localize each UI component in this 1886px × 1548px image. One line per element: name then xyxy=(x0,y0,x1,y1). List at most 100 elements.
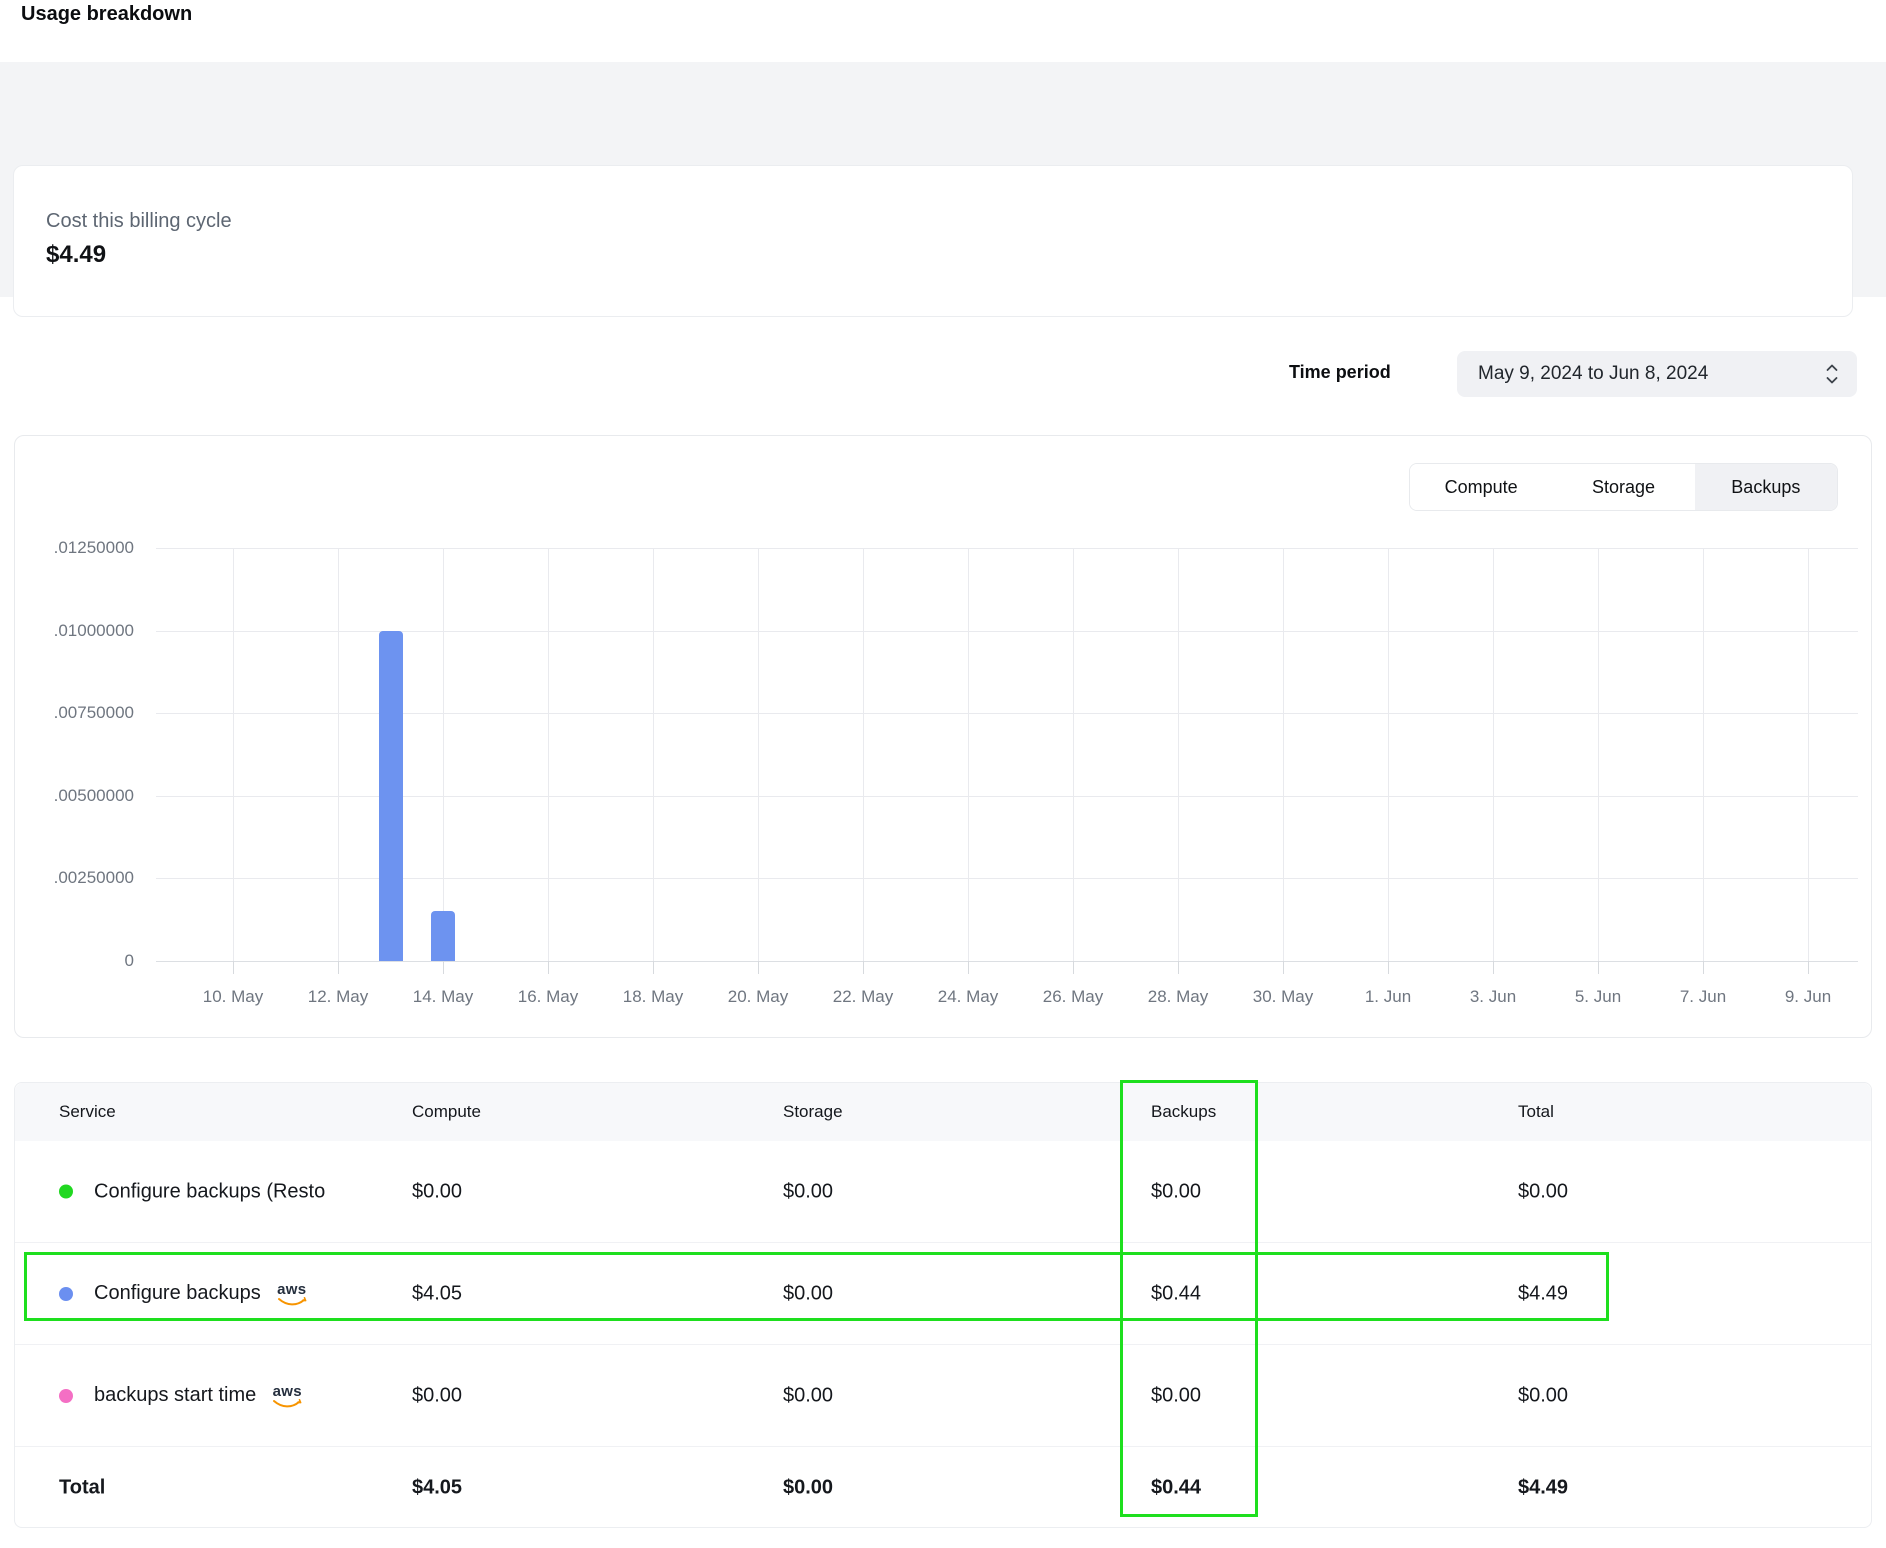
time-period-select[interactable]: May 9, 2024 to Jun 8, 2024 xyxy=(1457,351,1857,397)
x-axis-label: 16. May xyxy=(496,987,601,1007)
service-name: Configure backups xyxy=(94,1282,261,1305)
x-axis-label: 26. May xyxy=(1021,987,1126,1007)
total-storage-value: $0.00 xyxy=(783,1477,833,1500)
x-axis-tick xyxy=(968,961,969,974)
usage-breakdown-page: Usage breakdown Cost this billing cycle … xyxy=(0,0,1886,1548)
v-gridline xyxy=(338,548,339,961)
storage-value: $0.00 xyxy=(783,1180,833,1203)
service-color-dot xyxy=(59,1389,73,1403)
total-backups-value: $0.44 xyxy=(1151,1477,1201,1500)
page-title: Usage breakdown xyxy=(21,3,192,26)
total-value: $4.49 xyxy=(1518,1282,1568,1305)
total-value: $0.00 xyxy=(1518,1180,1568,1203)
h-gridline xyxy=(156,796,1858,797)
x-axis-label: 3. Jun xyxy=(1441,987,1546,1007)
backups-value: $0.44 xyxy=(1151,1282,1201,1305)
x-axis-tick xyxy=(758,961,759,974)
service-cell: backups start timeaws xyxy=(59,1384,302,1408)
y-axis-label: .00500000 xyxy=(24,786,134,806)
x-axis-tick xyxy=(653,961,654,974)
billing-cycle-cost-value: $4.49 xyxy=(46,241,106,269)
x-axis-tick xyxy=(338,961,339,974)
chart-bar-14-may[interactable] xyxy=(431,911,455,961)
v-gridline xyxy=(233,548,234,961)
v-gridline xyxy=(968,548,969,961)
v-gridline xyxy=(1283,548,1284,961)
total-row-label: Total xyxy=(59,1477,105,1500)
column-header-backups: Backups xyxy=(1151,1102,1216,1122)
x-axis-tick xyxy=(863,961,864,974)
table-row: backups start timeaws $0.00 $0.00 $0.00 $0.0… xyxy=(15,1345,1871,1447)
x-axis-label: 18. May xyxy=(601,987,706,1007)
x-axis-label: 24. May xyxy=(916,987,1021,1007)
v-gridline xyxy=(1598,548,1599,961)
storage-value: $0.00 xyxy=(783,1384,833,1407)
x-axis-label: 20. May xyxy=(706,987,811,1007)
x-axis-label: 22. May xyxy=(811,987,916,1007)
v-gridline xyxy=(1388,548,1389,961)
service-name: Configure backups (Resto xyxy=(94,1180,325,1203)
compute-value: $4.05 xyxy=(412,1282,462,1305)
x-axis-label: 28. May xyxy=(1126,987,1231,1007)
total-compute-value: $4.05 xyxy=(412,1477,462,1500)
h-gridline xyxy=(156,713,1858,714)
billing-summary-band: Cost this billing cycle $4.49 xyxy=(0,62,1886,297)
v-gridline xyxy=(1808,548,1809,961)
table-header-row: Service Compute Storage Backups Total xyxy=(15,1083,1871,1141)
billing-cycle-cost-card: Cost this billing cycle $4.49 xyxy=(13,165,1853,317)
chart-bar-13-may[interactable] xyxy=(379,631,403,961)
v-gridline xyxy=(1703,548,1704,961)
table-total-row: Total$4.05$0.00$0.44$4.49 xyxy=(15,1447,1871,1529)
v-gridline xyxy=(548,548,549,961)
v-gridline xyxy=(1178,548,1179,961)
service-color-dot xyxy=(59,1287,73,1301)
x-axis-tick xyxy=(1703,961,1704,974)
aws-logo-icon: aws xyxy=(277,1282,307,1306)
service-cell: Configure backups (Resto xyxy=(59,1180,325,1203)
table-row: Configure backups aws $4.05 $0.00 $0.44 $4.49 xyxy=(15,1243,1871,1345)
chevron-up-down-icon xyxy=(1825,363,1839,390)
x-axis-label: 9. Jun xyxy=(1756,987,1861,1007)
service-name: backups start time xyxy=(94,1384,256,1407)
column-header-storage: Storage xyxy=(783,1102,843,1122)
table-row: Configure backups (Resto $0.00 $0.00 $0.00 $… xyxy=(15,1141,1871,1243)
x-axis-tick xyxy=(443,961,444,974)
x-axis-label: 5. Jun xyxy=(1546,987,1651,1007)
x-axis-tick xyxy=(1178,961,1179,974)
backups-value: $0.00 xyxy=(1151,1384,1201,1407)
x-axis-label: 30. May xyxy=(1231,987,1336,1007)
h-gridline xyxy=(156,878,1858,879)
total-value: $0.00 xyxy=(1518,1384,1568,1407)
x-axis-tick xyxy=(1808,961,1809,974)
v-gridline xyxy=(443,548,444,961)
h-gridline xyxy=(156,631,1858,632)
v-gridline xyxy=(1493,548,1494,961)
x-axis-tick xyxy=(1598,961,1599,974)
column-header-total: Total xyxy=(1518,1102,1554,1122)
time-period-value: May 9, 2024 to Jun 8, 2024 xyxy=(1478,363,1708,385)
y-axis-label: .00250000 xyxy=(24,868,134,888)
y-axis-label: 0 xyxy=(24,951,134,971)
x-axis-label: 14. May xyxy=(391,987,496,1007)
x-axis-label: 10. May xyxy=(181,987,286,1007)
y-axis-label: .00750000 xyxy=(24,703,134,723)
v-gridline xyxy=(758,548,759,961)
x-axis-label: 1. Jun xyxy=(1336,987,1441,1007)
column-header-compute: Compute xyxy=(412,1102,481,1122)
v-gridline xyxy=(863,548,864,961)
x-axis-label: 7. Jun xyxy=(1651,987,1756,1007)
x-axis-tick xyxy=(233,961,234,974)
backups-value: $0.00 xyxy=(1151,1180,1201,1203)
h-gridline xyxy=(156,548,1858,549)
compute-value: $0.00 xyxy=(412,1180,462,1203)
compute-value: $0.00 xyxy=(412,1384,462,1407)
service-cell: Configure backups aws xyxy=(59,1282,307,1306)
service-color-dot xyxy=(59,1185,73,1199)
column-header-service: Service xyxy=(59,1102,116,1122)
x-axis-tick xyxy=(1388,961,1389,974)
usage-bar-chart: .01250000.01000000.00750000.00500000.002… xyxy=(15,436,1871,1037)
storage-value: $0.00 xyxy=(783,1282,833,1305)
h-gridline xyxy=(156,961,1858,962)
billing-cycle-cost-label: Cost this billing cycle xyxy=(46,210,232,233)
usage-chart-card: ComputeStorageBackups .01250000.01000000… xyxy=(14,435,1872,1038)
